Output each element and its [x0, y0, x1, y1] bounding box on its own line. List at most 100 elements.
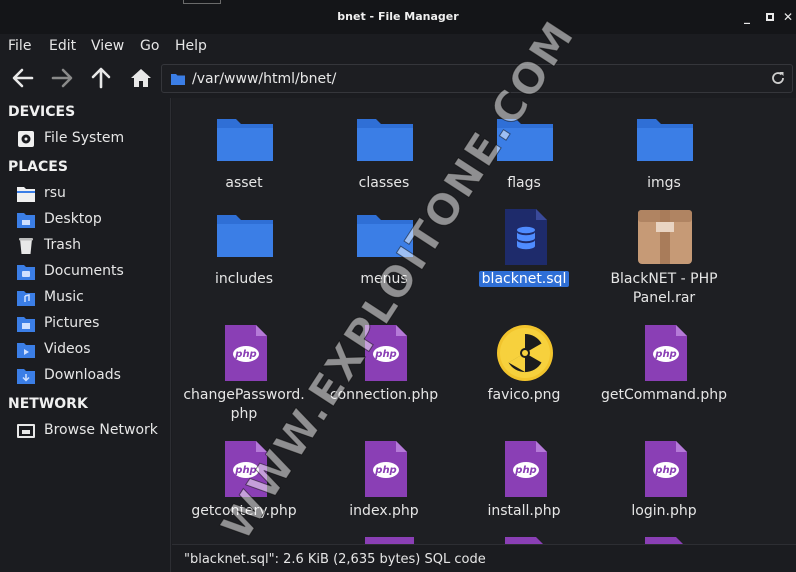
svg-text:php: php	[654, 349, 676, 360]
sidebar-item-trash[interactable]: Trash	[16, 235, 166, 257]
home-button[interactable]	[128, 66, 154, 90]
window-title: bnet - File Manager	[337, 10, 459, 23]
maximize-button[interactable]	[763, 10, 777, 24]
file-label: asset	[225, 175, 263, 191]
menu-edit[interactable]: Edit	[49, 38, 76, 54]
sidebar-item-videos[interactable]: Videos	[16, 339, 166, 361]
file-item-favico-png[interactable]: favico.png	[454, 324, 594, 424]
file-item-install-php[interactable]: php install.php	[454, 440, 594, 530]
file-item-blacknet-sql[interactable]: blacknet.sql	[454, 208, 594, 298]
arrow-right-icon	[51, 68, 73, 88]
trash-icon	[19, 238, 33, 254]
close-button[interactable]: ✕	[781, 10, 795, 24]
taskbar-tab	[183, 0, 221, 4]
status-bar: "blacknet.sql": 2.6 KiB (2,635 bytes) SQ…	[172, 544, 796, 572]
sidebar-item-pictures[interactable]: Pictures	[16, 313, 166, 335]
sidebar-item-label: Downloads	[44, 367, 121, 383]
desktop-icon	[17, 213, 35, 228]
reload-icon[interactable]	[770, 70, 786, 86]
menu-help[interactable]: Help	[175, 38, 207, 54]
file-label: index.php	[349, 503, 419, 519]
sidebar-item-file-system[interactable]: File System	[16, 128, 166, 150]
file-item-login-php[interactable]: php login.php	[594, 440, 734, 530]
file-label: BlackNET - PHP Panel.rar	[610, 271, 718, 306]
php-file-icon	[505, 537, 543, 544]
sidebar-item-label: rsu	[44, 185, 66, 201]
sidebar-item-rsu[interactable]: rsu	[16, 183, 166, 205]
home-folder-icon	[17, 187, 35, 202]
php-file-icon: php	[225, 325, 267, 381]
sidebar-item-documents[interactable]: Documents	[16, 261, 166, 283]
sidebar-item-label: Browse Network	[44, 422, 158, 438]
up-button[interactable]	[88, 66, 114, 90]
sidebar-item-music[interactable]: Music	[16, 287, 166, 309]
file-item-includes[interactable]: includes	[174, 210, 314, 300]
address-bar[interactable]: /var/www/html/bnet/	[161, 64, 793, 93]
php-file-icon: php	[365, 441, 407, 497]
music-folder-icon	[17, 291, 35, 306]
file-item-blacknet-rar[interactable]: BlackNET - PHP Panel.rar	[594, 208, 734, 308]
file-label: login.php	[631, 503, 697, 519]
menu-go[interactable]: Go	[140, 38, 159, 54]
sidebar-heading-places: PLACES	[8, 159, 68, 175]
sidebar-item-downloads[interactable]: Downloads	[16, 365, 166, 387]
folder-icon	[217, 215, 273, 257]
file-label: imgs	[647, 175, 681, 191]
file-label: getCommand.php	[600, 387, 728, 403]
minimize-button[interactable]: _	[740, 10, 754, 24]
arrow-up-icon	[91, 67, 111, 89]
svg-text:php: php	[654, 465, 676, 476]
file-item-index-php[interactable]: php index.php	[314, 440, 454, 530]
status-text: "blacknet.sql": 2.6 KiB (2,635 bytes) SQ…	[184, 552, 486, 567]
address-path: /var/www/html/bnet/	[192, 71, 337, 87]
sidebar-item-label: Videos	[44, 341, 91, 357]
forward-button[interactable]	[49, 66, 75, 90]
title-bar: bnet - File Manager _ ✕	[0, 0, 796, 34]
archive-icon	[638, 210, 692, 264]
menu-view[interactable]: View	[91, 38, 124, 54]
php-file-icon: php	[505, 441, 547, 497]
back-button[interactable]	[10, 66, 36, 90]
sidebar-item-desktop[interactable]: Desktop	[16, 209, 166, 231]
folder-icon	[357, 119, 413, 161]
downloads-folder-icon	[17, 369, 35, 384]
radiation-image-icon	[497, 325, 553, 381]
file-label: includes	[214, 271, 274, 287]
file-item-getcommand-php[interactable]: php getCommand.php	[594, 324, 734, 424]
sidebar-item-label: Trash	[44, 237, 81, 253]
arrow-left-icon	[12, 68, 34, 88]
folder-icon	[217, 119, 273, 161]
sidebar-heading-network: NETWORK	[8, 396, 88, 412]
sidebar-item-label: Documents	[44, 263, 124, 279]
file-label: blacknet.sql	[454, 270, 594, 289]
pictures-folder-icon	[17, 317, 35, 332]
file-item-imgs[interactable]: imgs	[594, 114, 734, 194]
videos-folder-icon	[17, 343, 35, 358]
network-icon	[17, 424, 35, 438]
file-item-asset[interactable]: asset	[174, 114, 314, 194]
sidebar-item-label: Music	[44, 289, 84, 305]
folder-icon	[171, 74, 185, 85]
sidebar: DEVICES File System PLACES rsu Desktop T…	[0, 98, 171, 572]
menu-bar: File Edit View Go Help	[0, 34, 796, 58]
sidebar-item-label: Desktop	[44, 211, 102, 227]
file-label: favico.png	[487, 387, 561, 403]
sidebar-item-label: Pictures	[44, 315, 100, 331]
drive-icon	[18, 131, 34, 147]
sidebar-item-browse-network[interactable]: Browse Network	[16, 420, 166, 442]
sidebar-heading-devices: DEVICES	[8, 104, 76, 120]
sidebar-item-label: File System	[44, 130, 125, 146]
maximize-icon	[766, 13, 774, 21]
home-icon	[131, 69, 151, 87]
php-file-icon: php	[645, 441, 687, 497]
php-file-icon: php	[645, 325, 687, 381]
folder-icon	[637, 119, 693, 161]
sql-file-icon	[505, 209, 547, 265]
menu-file[interactable]: File	[8, 38, 31, 54]
php-file-icon	[365, 537, 414, 544]
documents-folder-icon	[17, 265, 35, 280]
svg-text:php: php	[514, 465, 536, 476]
file-label: install.php	[487, 503, 561, 519]
svg-text:php: php	[234, 349, 256, 360]
svg-text:php: php	[374, 465, 396, 476]
